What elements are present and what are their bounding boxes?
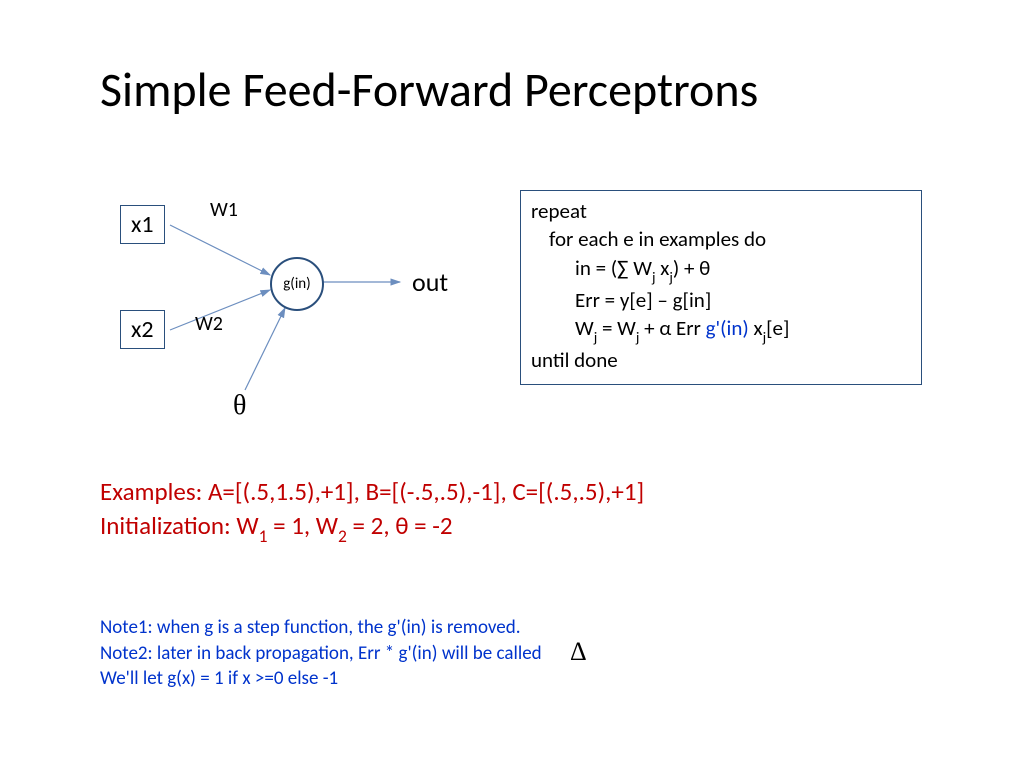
- input-x1-label: x1: [131, 210, 154, 239]
- algo-line-3: in = (∑ Wj xj) + θ: [531, 254, 911, 286]
- input-x1-box: x1: [120, 205, 165, 244]
- weight-w1-label: W1: [210, 198, 238, 222]
- g-prime-highlight: g'(in): [706, 315, 749, 341]
- examples-line: Examples: A=[(.5,1.5),+1], B=[(-.5,.5),-…: [100, 475, 644, 509]
- activation-node-label: g(in): [283, 275, 310, 293]
- perceptron-diagram: x1 x2 W1 W2 g(in) θ out: [100, 190, 500, 450]
- notes-block: Note1: when g is a step function, the g'…: [100, 615, 542, 692]
- note-1: Note1: when g is a step function, the g'…: [100, 615, 542, 641]
- page-title: Simple Feed-Forward Perceptrons: [100, 60, 758, 119]
- weight-w2-label: W2: [195, 312, 223, 336]
- note-3: We'll let g(x) = 1 if x >=0 else -1: [100, 666, 542, 692]
- input-x2-box: x2: [120, 310, 165, 349]
- output-label: out: [412, 266, 448, 298]
- note-2: Note2: later in back propagation, Err * …: [100, 641, 542, 667]
- delta-symbol: Δ: [570, 637, 587, 667]
- algo-line-2: for each e in examples do: [531, 225, 911, 253]
- initialization-line: Initialization: W1 = 1, W2 = 2, θ = -2: [100, 509, 644, 547]
- algorithm-box: repeat for each e in examples do in = (∑…: [520, 190, 922, 385]
- algo-line-5: Wj = Wj + α Err g'(in) xj[e]: [531, 314, 911, 346]
- theta-label: θ: [233, 390, 246, 422]
- algo-line-6: until done: [531, 346, 911, 374]
- algo-line-1: repeat: [531, 197, 911, 225]
- slide: Simple Feed-Forward Perceptrons x1 x2 W1…: [0, 0, 1024, 768]
- input-x2-label: x2: [131, 315, 154, 344]
- examples-block: Examples: A=[(.5,1.5),+1], B=[(-.5,.5),-…: [100, 475, 644, 546]
- algo-line-4: Err = y[e] – g[in]: [531, 286, 911, 314]
- activation-node: g(in): [270, 257, 324, 311]
